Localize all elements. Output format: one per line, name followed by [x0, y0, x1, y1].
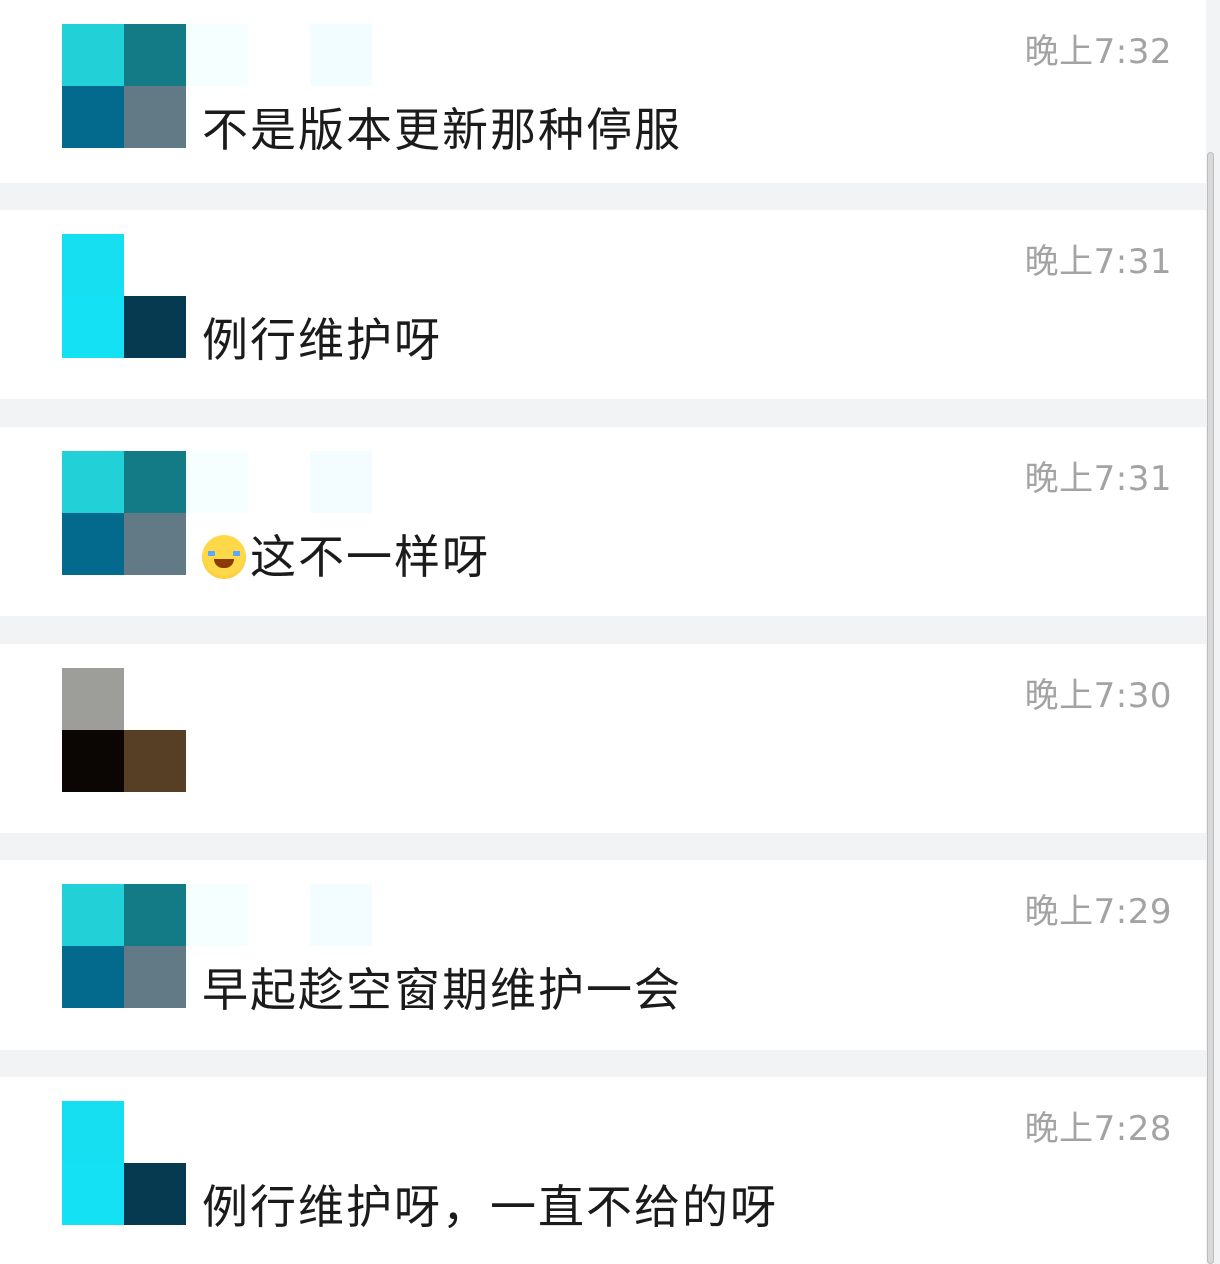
avatar-pixel: [62, 24, 124, 86]
message-time: 晚上7:30: [1024, 676, 1172, 716]
name-pixel: [248, 451, 310, 513]
message-card[interactable]: 晚上7:28 例行维护呀，一直不给的呀: [0, 1077, 1206, 1264]
avatar[interactable]: [62, 24, 186, 148]
avatar-pixel: [62, 884, 124, 946]
message-card[interactable]: 晚上7:29 早起趁空窗期维护一会: [0, 860, 1206, 1050]
name-pixel: [310, 24, 372, 86]
avatar-pixel: [124, 24, 186, 86]
avatar-pixel: [124, 296, 186, 358]
sender-name-redacted: [186, 884, 372, 946]
avatar[interactable]: [62, 234, 186, 358]
avatar-pixel: [124, 946, 186, 1008]
scrollbar[interactable]: [1207, 152, 1214, 1264]
message-text[interactable]: 例行维护呀，一直不给的呀: [202, 1171, 778, 1237]
name-pixel: [310, 884, 372, 946]
name-pixel: [186, 451, 248, 513]
avatar-pixel: [62, 296, 124, 358]
message-text[interactable]: 这不一样呀: [202, 521, 490, 587]
laughing-tears-emoji-icon: [202, 535, 246, 579]
message-card[interactable]: 晚上7:31 这不一样呀: [0, 427, 1206, 616]
avatar[interactable]: [62, 451, 186, 575]
avatar-pixel: [124, 668, 186, 730]
message-card[interactable]: 晚上7:32 不是版本更新那种停服: [0, 0, 1206, 183]
avatar-pixel: [124, 451, 186, 513]
message-text-content: 这不一样呀: [250, 530, 490, 584]
avatar-pixel: [124, 513, 186, 575]
avatar-pixel: [62, 1101, 124, 1163]
message-feed[interactable]: 晚上7:32 不是版本更新那种停服 晚上7:31 例行维护呀 晚上7:31 这不…: [0, 0, 1220, 1264]
name-pixel: [186, 884, 248, 946]
name-pixel: [248, 884, 310, 946]
message-time: 晚上7:32: [1024, 32, 1172, 72]
message-time: 晚上7:31: [1024, 459, 1172, 499]
avatar-pixel: [62, 451, 124, 513]
avatar-pixel: [124, 730, 186, 792]
avatar-pixel: [124, 1101, 186, 1163]
name-pixel: [248, 24, 310, 86]
message-time: 晚上7:28: [1024, 1109, 1172, 1149]
avatar[interactable]: [62, 884, 186, 1008]
message-card[interactable]: 晚上7:30: [0, 644, 1206, 833]
message-text[interactable]: 不是版本更新那种停服: [202, 94, 682, 160]
avatar[interactable]: [62, 1101, 186, 1225]
sender-name-redacted: [186, 451, 372, 513]
message-text[interactable]: 早起趁空窗期维护一会: [202, 954, 682, 1020]
avatar-pixel: [62, 86, 124, 148]
sender-name-redacted: [186, 24, 372, 86]
avatar-pixel: [62, 668, 124, 730]
avatar-pixel: [62, 946, 124, 1008]
avatar[interactable]: [62, 668, 186, 792]
avatar-pixel: [124, 884, 186, 946]
message-card[interactable]: 晚上7:31 例行维护呀: [0, 210, 1206, 399]
message-time: 晚上7:29: [1024, 892, 1172, 932]
name-pixel: [310, 451, 372, 513]
avatar-pixel: [124, 1163, 186, 1225]
avatar-pixel: [62, 513, 124, 575]
message-text[interactable]: 例行维护呀: [202, 304, 442, 370]
avatar-pixel: [62, 1163, 124, 1225]
avatar-pixel: [62, 730, 124, 792]
avatar-pixel: [124, 234, 186, 296]
message-time: 晚上7:31: [1024, 242, 1172, 282]
avatar-pixel: [62, 234, 124, 296]
name-pixel: [186, 24, 248, 86]
avatar-pixel: [124, 86, 186, 148]
